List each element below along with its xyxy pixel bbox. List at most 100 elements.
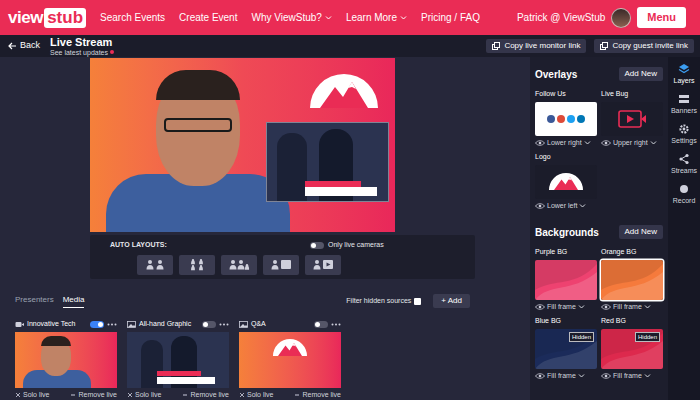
overlay-name: Follow Us (535, 89, 597, 100)
nav-link[interactable]: Search Events (100, 10, 165, 25)
nav-link[interactable]: Create Event (179, 10, 237, 25)
image-icon (239, 321, 248, 328)
solo-live-button[interactable]: Solo live (15, 390, 49, 400)
fit-select[interactable]: Fill frame (613, 371, 651, 382)
position-select[interactable]: Upper right (613, 138, 657, 149)
filter-checkbox[interactable] (414, 298, 421, 305)
background-controls: Fill frame (601, 302, 663, 313)
live-toggle[interactable] (202, 321, 216, 328)
toggle-knob (203, 322, 208, 327)
add-new-button[interactable]: Add New (619, 225, 663, 239)
tool-button[interactable]: Settings (671, 123, 696, 144)
background-thumbnail[interactable] (535, 260, 597, 300)
solo-live-button[interactable]: Solo live (239, 390, 273, 400)
source-tab[interactable]: Presenters (15, 294, 54, 308)
remove-live-button[interactable]: Remove live (70, 390, 117, 400)
toggle-knob (315, 322, 320, 327)
overlay-item[interactable]: Follow Us Lower right (535, 89, 597, 148)
overlay-item[interactable]: Live BugUpper right (601, 89, 663, 148)
overlay-thumbnail[interactable] (535, 102, 597, 136)
live-toggle[interactable] (90, 321, 104, 328)
more-icon (219, 323, 229, 326)
overlay-thumbnail[interactable] (535, 165, 597, 199)
back-button[interactable]: Back (8, 39, 40, 53)
updates-link[interactable]: See latest updates (50, 49, 114, 56)
background-thumbnail[interactable] (601, 260, 663, 300)
background-list: Purple BGFill frameOrange BGFill frameBl… (535, 247, 663, 381)
overlay-thumbnail[interactable] (601, 102, 663, 136)
avatar-photo[interactable] (611, 8, 631, 28)
background-thumbnail[interactable]: Hidden (601, 329, 663, 369)
media-card[interactable]: Innovative TechSolo liveRemove live (15, 319, 117, 400)
overlay-item[interactable]: LogoLower left (535, 152, 597, 211)
user-name[interactable]: Patrick @ ViewStub (517, 10, 605, 25)
eye-icon[interactable] (535, 203, 545, 209)
add-new-button[interactable]: Add New (619, 67, 663, 81)
media-thumbnail[interactable] (239, 332, 341, 388)
tool-button[interactable]: Layers (673, 63, 694, 84)
solo-live-button[interactable]: Solo live (127, 390, 161, 400)
logo[interactable]: viewstub (8, 8, 86, 28)
fit-label: Fill frame (613, 371, 642, 382)
eye-icon[interactable] (535, 140, 545, 146)
background-frame[interactable]: Hidden (601, 329, 663, 369)
background-controls: Fill frame (601, 371, 663, 382)
remove-live-label: Remove live (302, 390, 341, 400)
source-tabs: Presenters Media (15, 294, 84, 308)
tool-button[interactable]: Record (673, 183, 696, 204)
layout-media-icon (311, 259, 335, 271)
nav-link[interactable]: Why ViewStub? (251, 10, 331, 25)
menu-button[interactable]: Menu (637, 7, 686, 28)
layout-button[interactable] (179, 255, 215, 275)
layout-grid-icon (185, 259, 209, 271)
layout-button[interactable] (221, 255, 257, 275)
source-tab[interactable]: Media (63, 294, 85, 308)
layout-button[interactable] (263, 255, 299, 275)
media-thumbnail[interactable] (15, 332, 117, 388)
only-live-toggle[interactable] (310, 242, 324, 249)
background-frame[interactable] (601, 260, 663, 300)
fit-select[interactable]: Fill frame (613, 302, 651, 313)
layout-button[interactable] (305, 255, 341, 275)
add-source-button[interactable]: + Add (433, 294, 470, 308)
copy-icon (600, 42, 608, 50)
background-frame[interactable]: Hidden (535, 329, 597, 369)
fit-select[interactable]: Fill frame (547, 371, 585, 382)
background-item[interactable]: Orange BGFill frame (601, 247, 663, 312)
media-title: Q&A (251, 319, 311, 330)
copy-link-button[interactable]: Copy guest invite link (594, 39, 694, 53)
nav-link[interactable]: Pricing / FAQ (421, 10, 480, 25)
nav-link-label: Pricing / FAQ (421, 10, 480, 25)
more-icon (331, 323, 341, 326)
media-card[interactable]: Q&A Solo live Remove live (239, 319, 341, 400)
remove-live-button[interactable]: Remove live (294, 390, 341, 400)
background-thumbnail[interactable]: Hidden (535, 329, 597, 369)
media-card[interactable]: All-hand GraphicSolo liveRemove live (127, 319, 229, 400)
back-label: Back (20, 39, 40, 53)
eye-icon[interactable] (601, 140, 611, 146)
tool-button[interactable]: Streams (671, 153, 697, 174)
background-item[interactable]: Purple BGFill frame (535, 247, 597, 312)
fit-select[interactable]: Fill frame (547, 302, 585, 313)
position-select[interactable]: Lower left (547, 201, 586, 212)
filter-hidden-sources[interactable]: Filter hidden sources (346, 296, 421, 307)
background-item[interactable]: Blue BG Hidden Fill frame (535, 316, 597, 381)
nav-link[interactable]: Learn More (346, 10, 407, 25)
layout-button[interactable] (137, 255, 173, 275)
position-select[interactable]: Lower right (547, 138, 591, 149)
background-name: Blue BG (535, 316, 597, 327)
copy-link-button[interactable]: Copy live monitor link (486, 39, 586, 53)
tool-label: Layers (673, 77, 694, 84)
background-frame[interactable] (535, 260, 597, 300)
position-label: Lower right (547, 138, 582, 149)
media-card-header: Q&A (239, 319, 341, 330)
remove-live-button[interactable]: Remove live (182, 390, 229, 400)
stream-header: Back Live StreamSee latest updates Copy li… (0, 35, 700, 57)
live-toggle[interactable] (314, 321, 328, 328)
fit-label: Fill frame (613, 302, 642, 313)
title-block: Live StreamSee latest updates (50, 37, 114, 56)
background-item[interactable]: Red BGHiddenFill frame (601, 316, 663, 381)
overlay-controls: Upper right (601, 138, 663, 149)
tool-button[interactable]: Banners (671, 93, 697, 114)
media-thumbnail[interactable] (127, 332, 229, 388)
